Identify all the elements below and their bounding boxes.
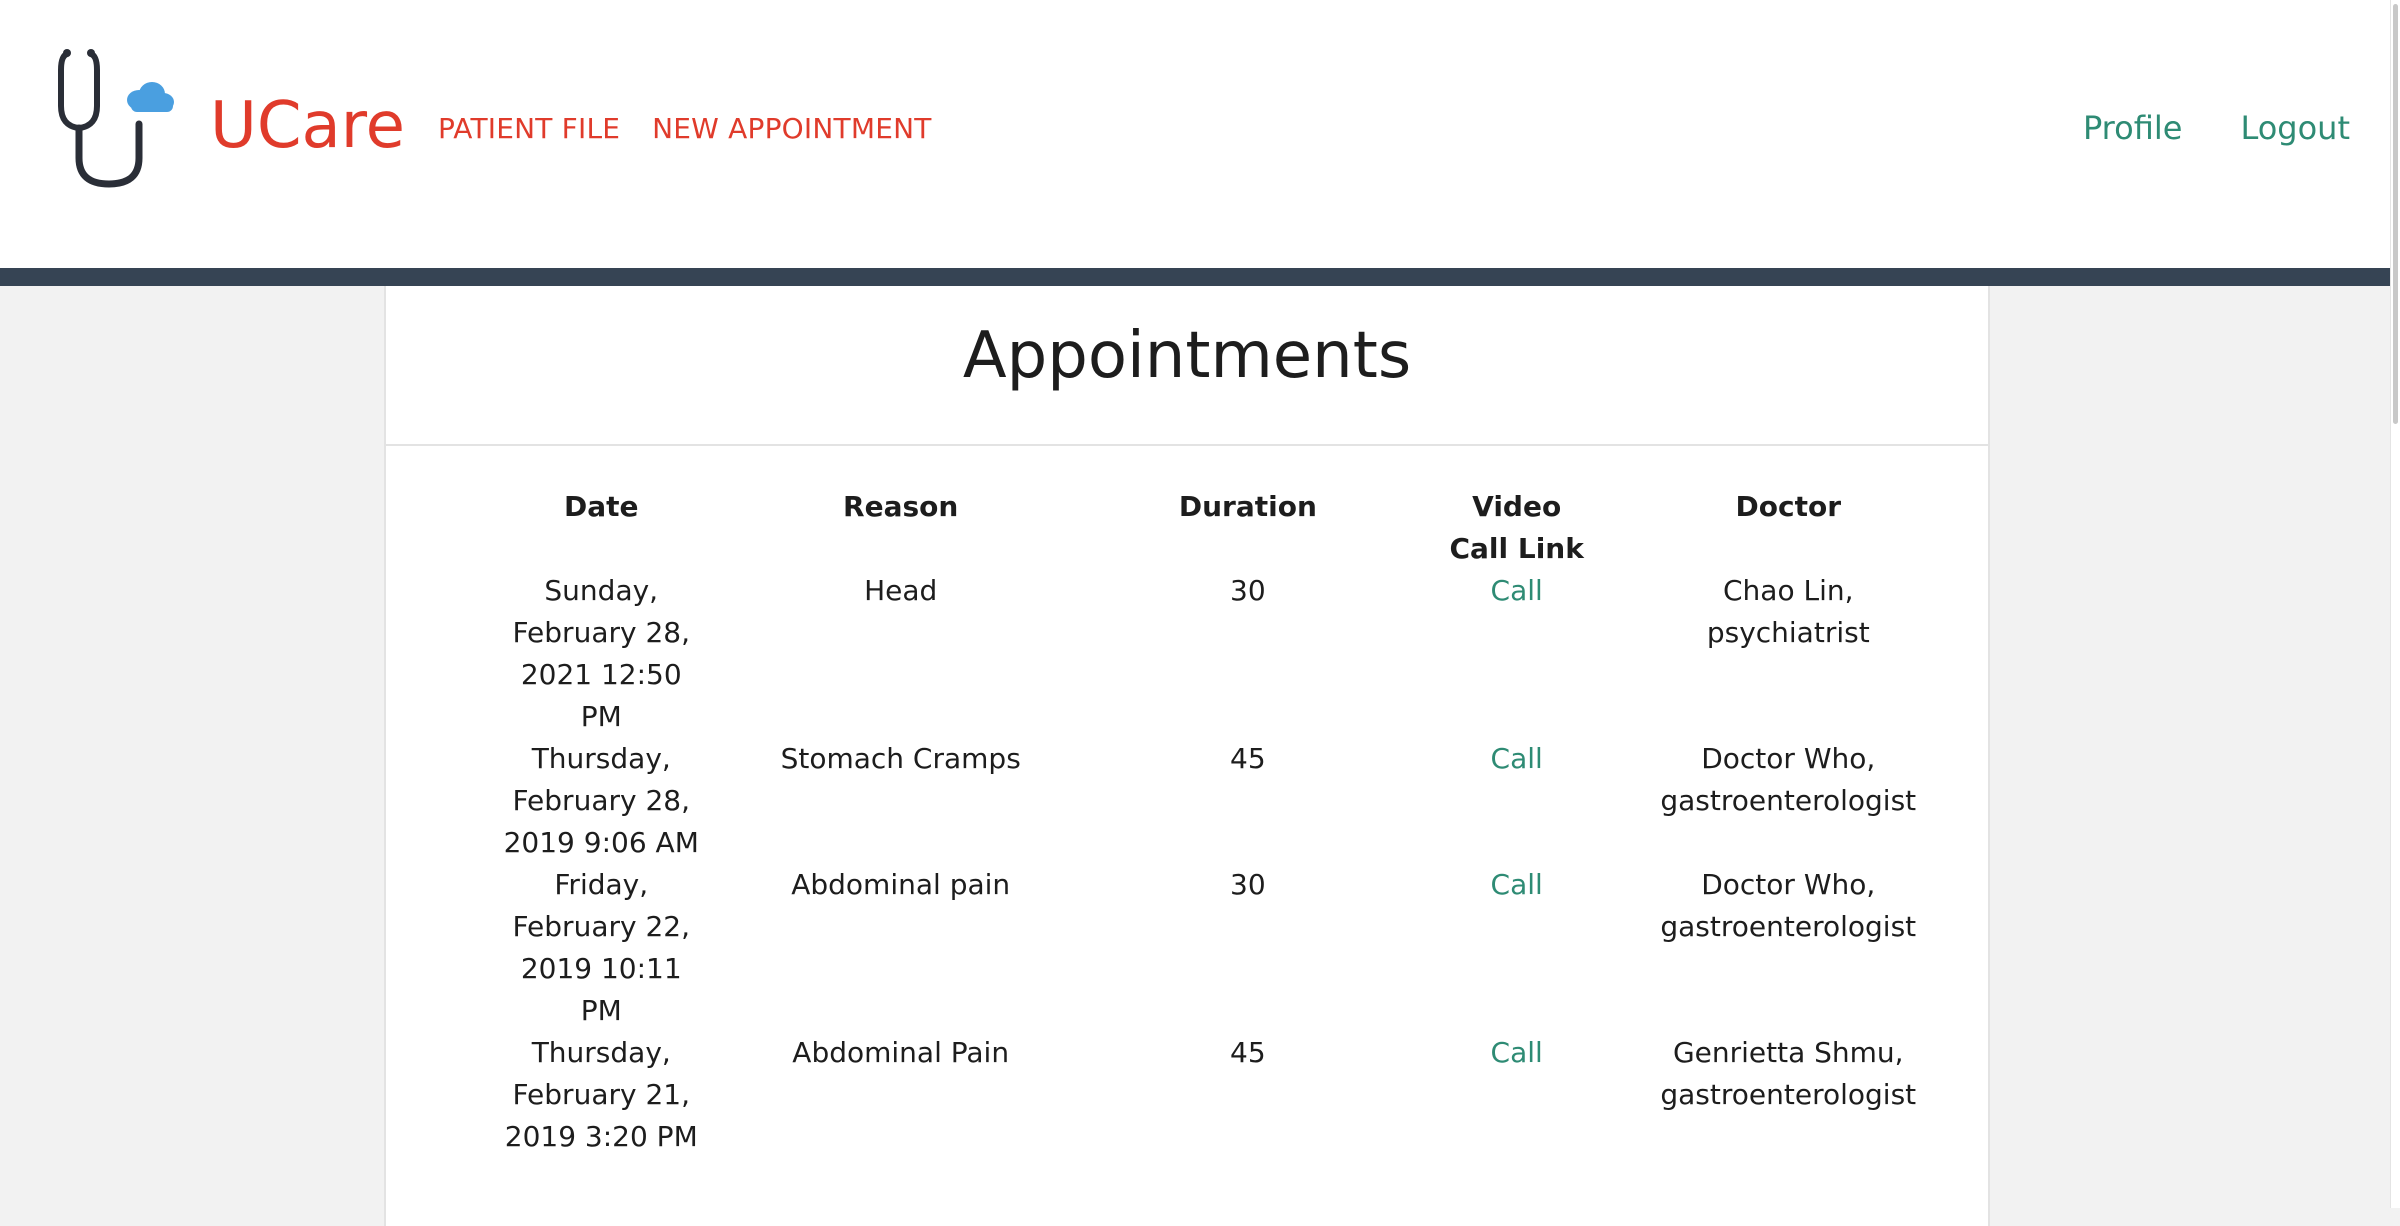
header-reason: Reason <box>843 490 959 523</box>
appointments-card: Appointments Date Reason Duration Video … <box>384 286 1990 1226</box>
nav-logout[interactable]: Logout <box>2240 106 2350 150</box>
row-video-cell: Call <box>1445 570 1589 738</box>
table-row: Thursday, February 21, 2019 3:20 PM Abdo… <box>452 1032 1988 1158</box>
header-doctor: Doctor <box>1735 490 1842 523</box>
call-link[interactable]: Call <box>1491 742 1543 775</box>
row-duration: 45 <box>1230 1036 1266 1069</box>
table-row: Thursday, February 28, 2019 9:06 AM Stom… <box>452 738 1988 864</box>
table-row: Friday, February 22, 2019 10:11 PM Abdom… <box>452 864 1988 1032</box>
row-video-cell: Call <box>1445 1032 1589 1158</box>
nav-patient-file[interactable]: PATIENT FILE <box>438 110 620 148</box>
row-doctor: Genrietta Shmu, gastroenterologist <box>1660 1036 1917 1111</box>
row-date: Thursday, February 28, 2019 9:06 AM <box>503 742 699 859</box>
row-video-cell: Call <box>1445 864 1589 1032</box>
row-date: Thursday, February 21, 2019 3:20 PM <box>504 1036 698 1153</box>
table-row: Sunday, February 28, 2021 12:50 PM Head … <box>452 570 1988 738</box>
brand-logo-text[interactable]: UCare <box>210 86 405 166</box>
row-date: Friday, February 22, 2019 10:11 PM <box>512 868 690 1027</box>
row-doctor: Doctor Who, gastroenterologist <box>1660 868 1917 943</box>
appointments-table: Date Reason Duration Video Call Link Doc… <box>452 486 1988 1158</box>
call-link[interactable]: Call <box>1491 574 1543 607</box>
stethoscope-cloud-icon[interactable] <box>55 48 185 190</box>
title-divider <box>386 444 1988 446</box>
main-nav: PATIENT FILE NEW APPOINTMENT <box>438 110 932 148</box>
row-date: Sunday, February 28, 2021 12:50 PM <box>512 574 690 733</box>
header-divider-bar <box>0 268 2390 286</box>
row-video-cell: Call <box>1445 738 1589 864</box>
user-nav: Profile Logout <box>2083 106 2350 150</box>
row-duration: 30 <box>1230 868 1266 901</box>
page-title: Appointments <box>962 319 1412 393</box>
nav-profile[interactable]: Profile <box>2083 106 2183 150</box>
row-reason: Stomach Cramps <box>780 742 1021 775</box>
row-reason: Head <box>864 574 938 607</box>
call-link[interactable]: Call <box>1491 1036 1543 1069</box>
row-reason: Abdominal pain <box>791 868 1011 901</box>
nav-new-appointment[interactable]: NEW APPOINTMENT <box>652 110 931 148</box>
row-reason: Abdominal Pain <box>792 1036 1010 1069</box>
row-duration: 30 <box>1230 574 1266 607</box>
top-header: UCare PATIENT FILE NEW APPOINTMENT Profi… <box>0 0 2390 268</box>
header-date: Date <box>563 490 639 523</box>
scrollbar-thumb[interactable] <box>2393 4 2398 424</box>
row-doctor: Chao Lin, psychiatrist <box>1706 574 1870 649</box>
header-video-call-link: Video Call Link <box>1449 490 1584 565</box>
table-header-row: Date Reason Duration Video Call Link Doc… <box>452 486 1988 570</box>
row-doctor: Doctor Who, gastroenterologist <box>1660 742 1917 817</box>
header-duration: Duration <box>1178 490 1317 523</box>
call-link[interactable]: Call <box>1491 868 1543 901</box>
row-duration: 45 <box>1230 742 1266 775</box>
